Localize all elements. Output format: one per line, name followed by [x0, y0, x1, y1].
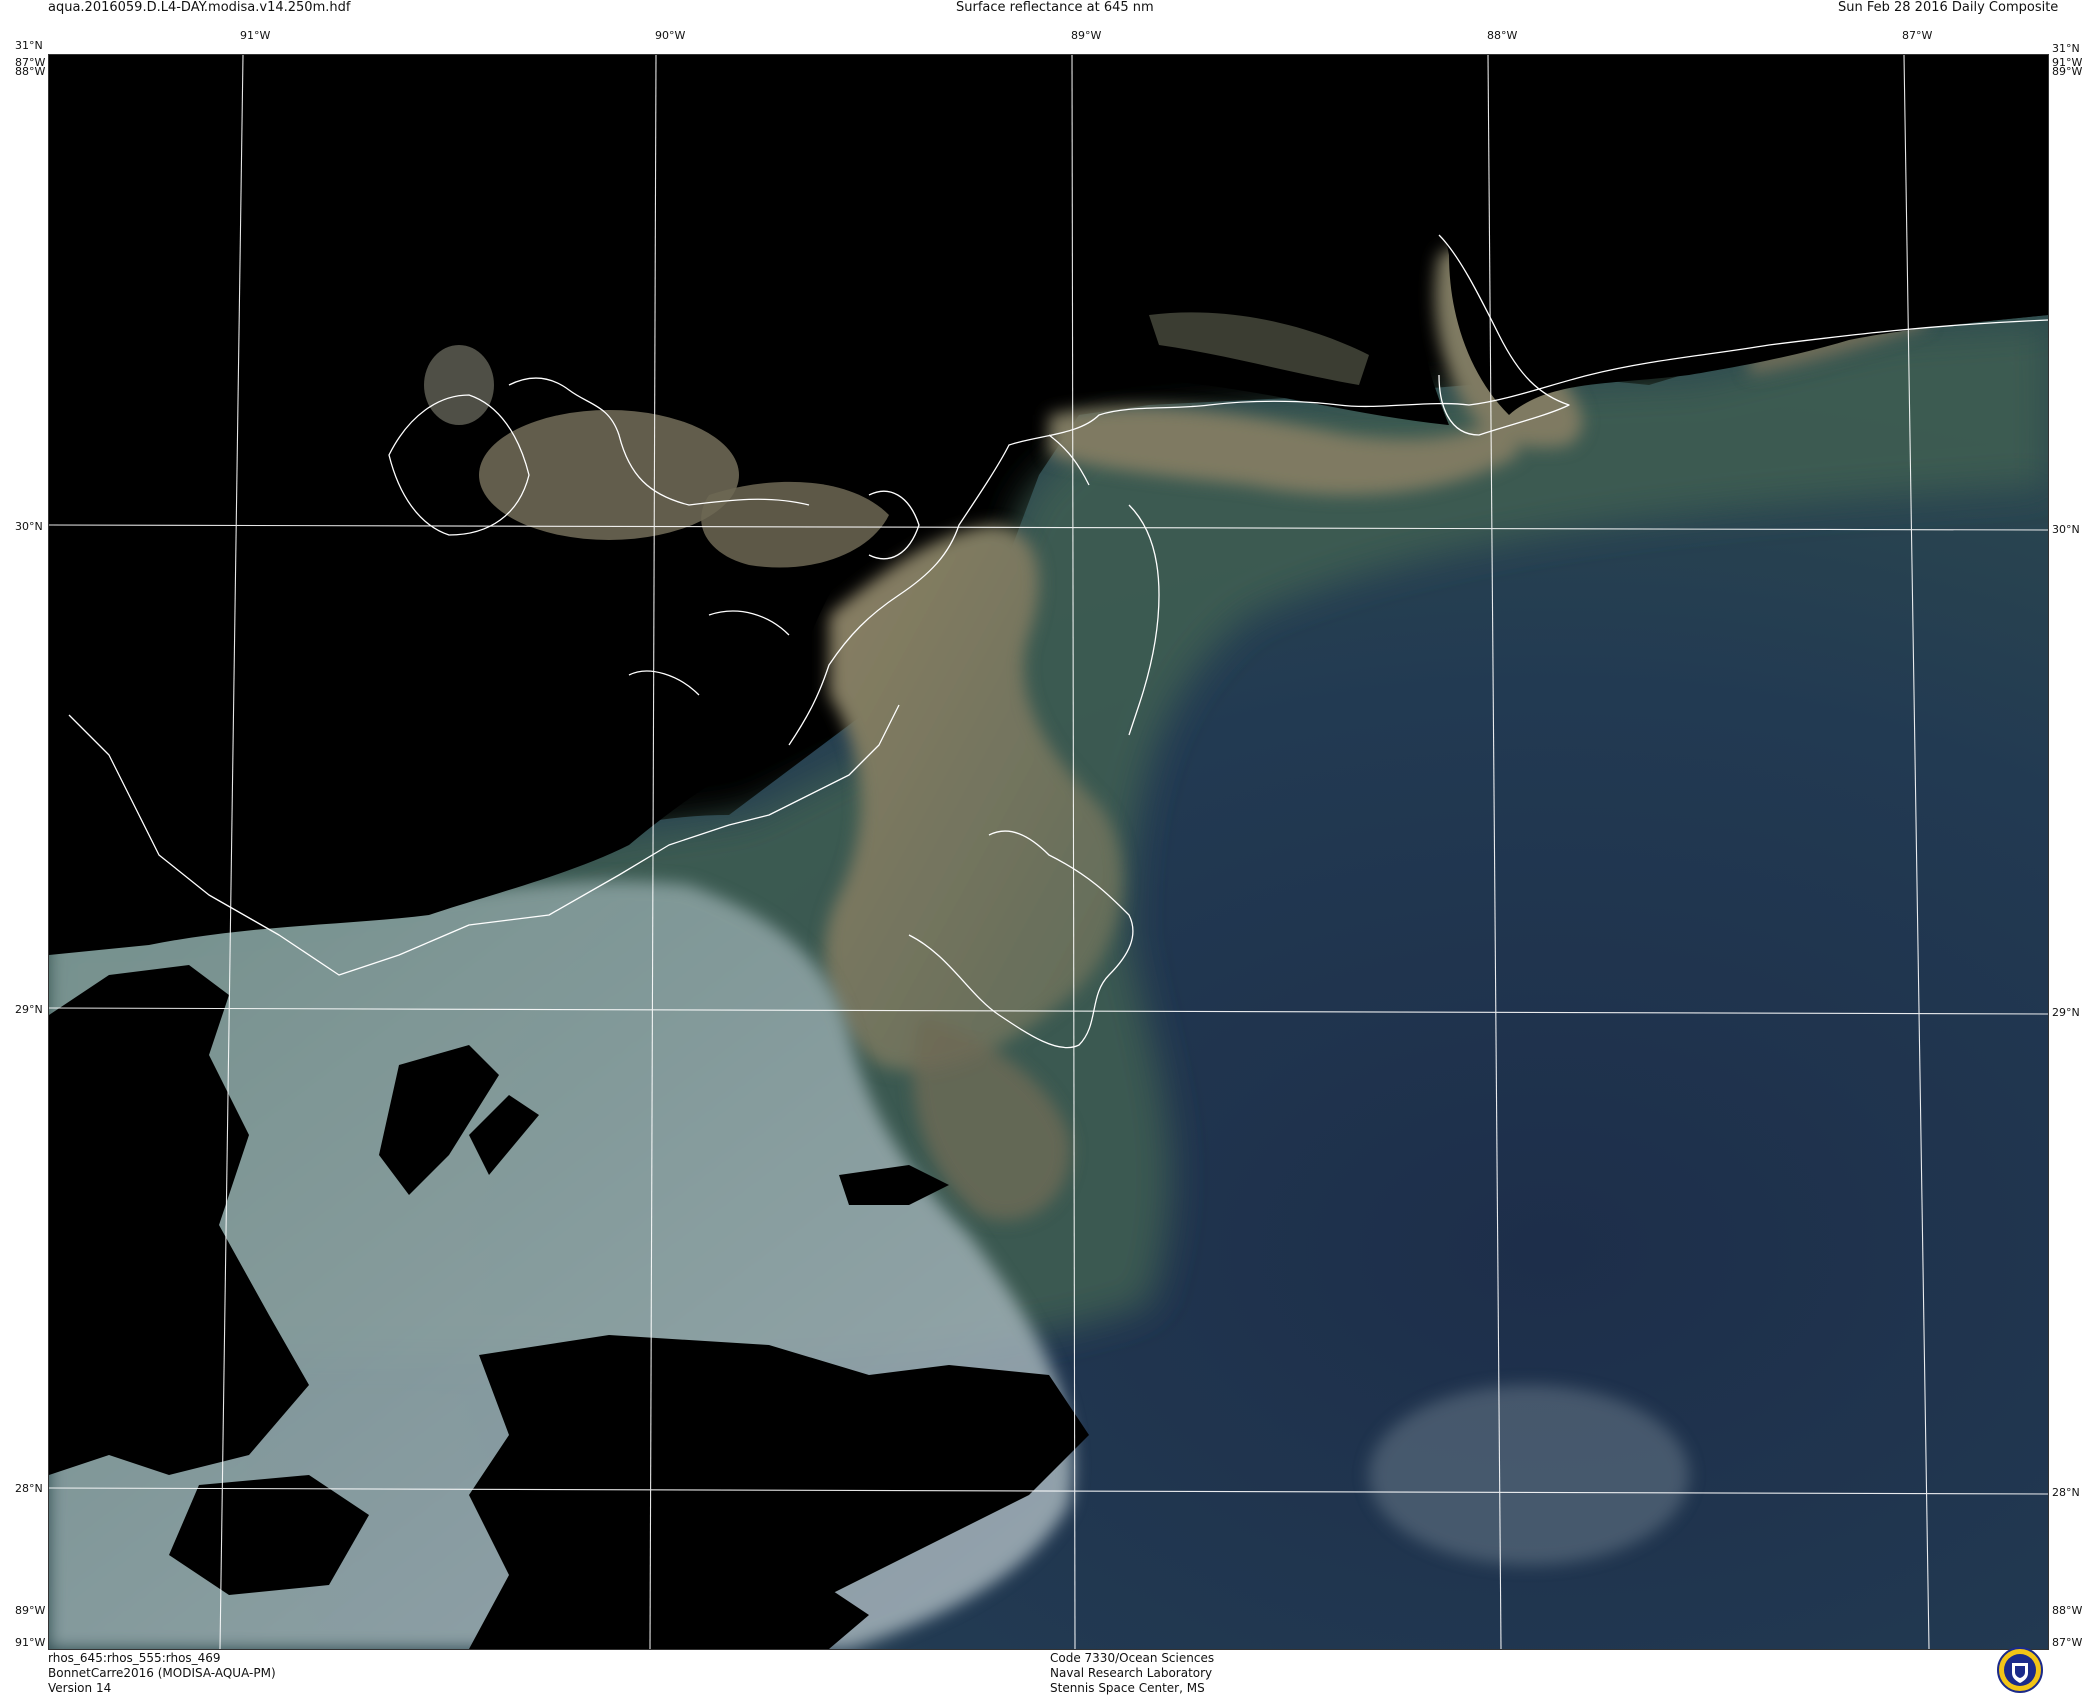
left-lat-label: 30°N [15, 520, 43, 533]
top-lon-label: 88°W [1487, 29, 1518, 42]
corner-label-bottom-left: 89°W [15, 1604, 46, 1617]
left-lat-label: 29°N [15, 1003, 43, 1016]
satellite-reflectance-map [48, 54, 2049, 1650]
right-lat-label: 29°N [2052, 1006, 2080, 1019]
left-lat-label: 28°N [15, 1482, 43, 1495]
map-title: Surface reflectance at 645 nm [956, 0, 1154, 15]
top-lon-label: 91°W [240, 29, 271, 42]
nrl-logo [1997, 1647, 2043, 1693]
top-lon-label: 90°W [655, 29, 686, 42]
corner-label-bottom-left: 91°W [15, 1636, 46, 1649]
top-lon-label: 89°W [1071, 29, 1102, 42]
product-bands-label: rhos_645:rhos_555:rhos_469 [48, 1651, 221, 1665]
corner-label-top-right: 31°N [2052, 42, 2080, 55]
org-code-label: Code 7330/Ocean Sciences [1050, 1651, 1215, 1665]
corner-label-top-left: 88°W [15, 65, 46, 78]
right-lat-label: 30°N [2052, 523, 2080, 536]
top-lon-label: 87°W [1902, 29, 1933, 42]
project-label: BonnetCarre2016 (MODISA-AQUA-PM) [48, 1666, 276, 1680]
date-label: Sun Feb 28 2016 Daily Composite [1838, 0, 2059, 15]
corner-label-top-right: 89°W [2052, 65, 2083, 78]
org-name-label: Naval Research Laboratory [1050, 1666, 1213, 1680]
corner-label-bottom-right: 87°W [2052, 1636, 2083, 1649]
filename-label: aqua.2016059.D.L4-DAY.modisa.v14.250m.hd… [48, 0, 351, 15]
corner-label-bottom-right: 88°W [2052, 1604, 2083, 1617]
corner-label-top-left: 31°N [15, 39, 43, 52]
org-location-label: Stennis Space Center, MS [1050, 1681, 1205, 1695]
version-label: Version 14 [48, 1681, 112, 1695]
right-lat-label: 28°N [2052, 1486, 2080, 1499]
map-canvas [49, 55, 2048, 1649]
